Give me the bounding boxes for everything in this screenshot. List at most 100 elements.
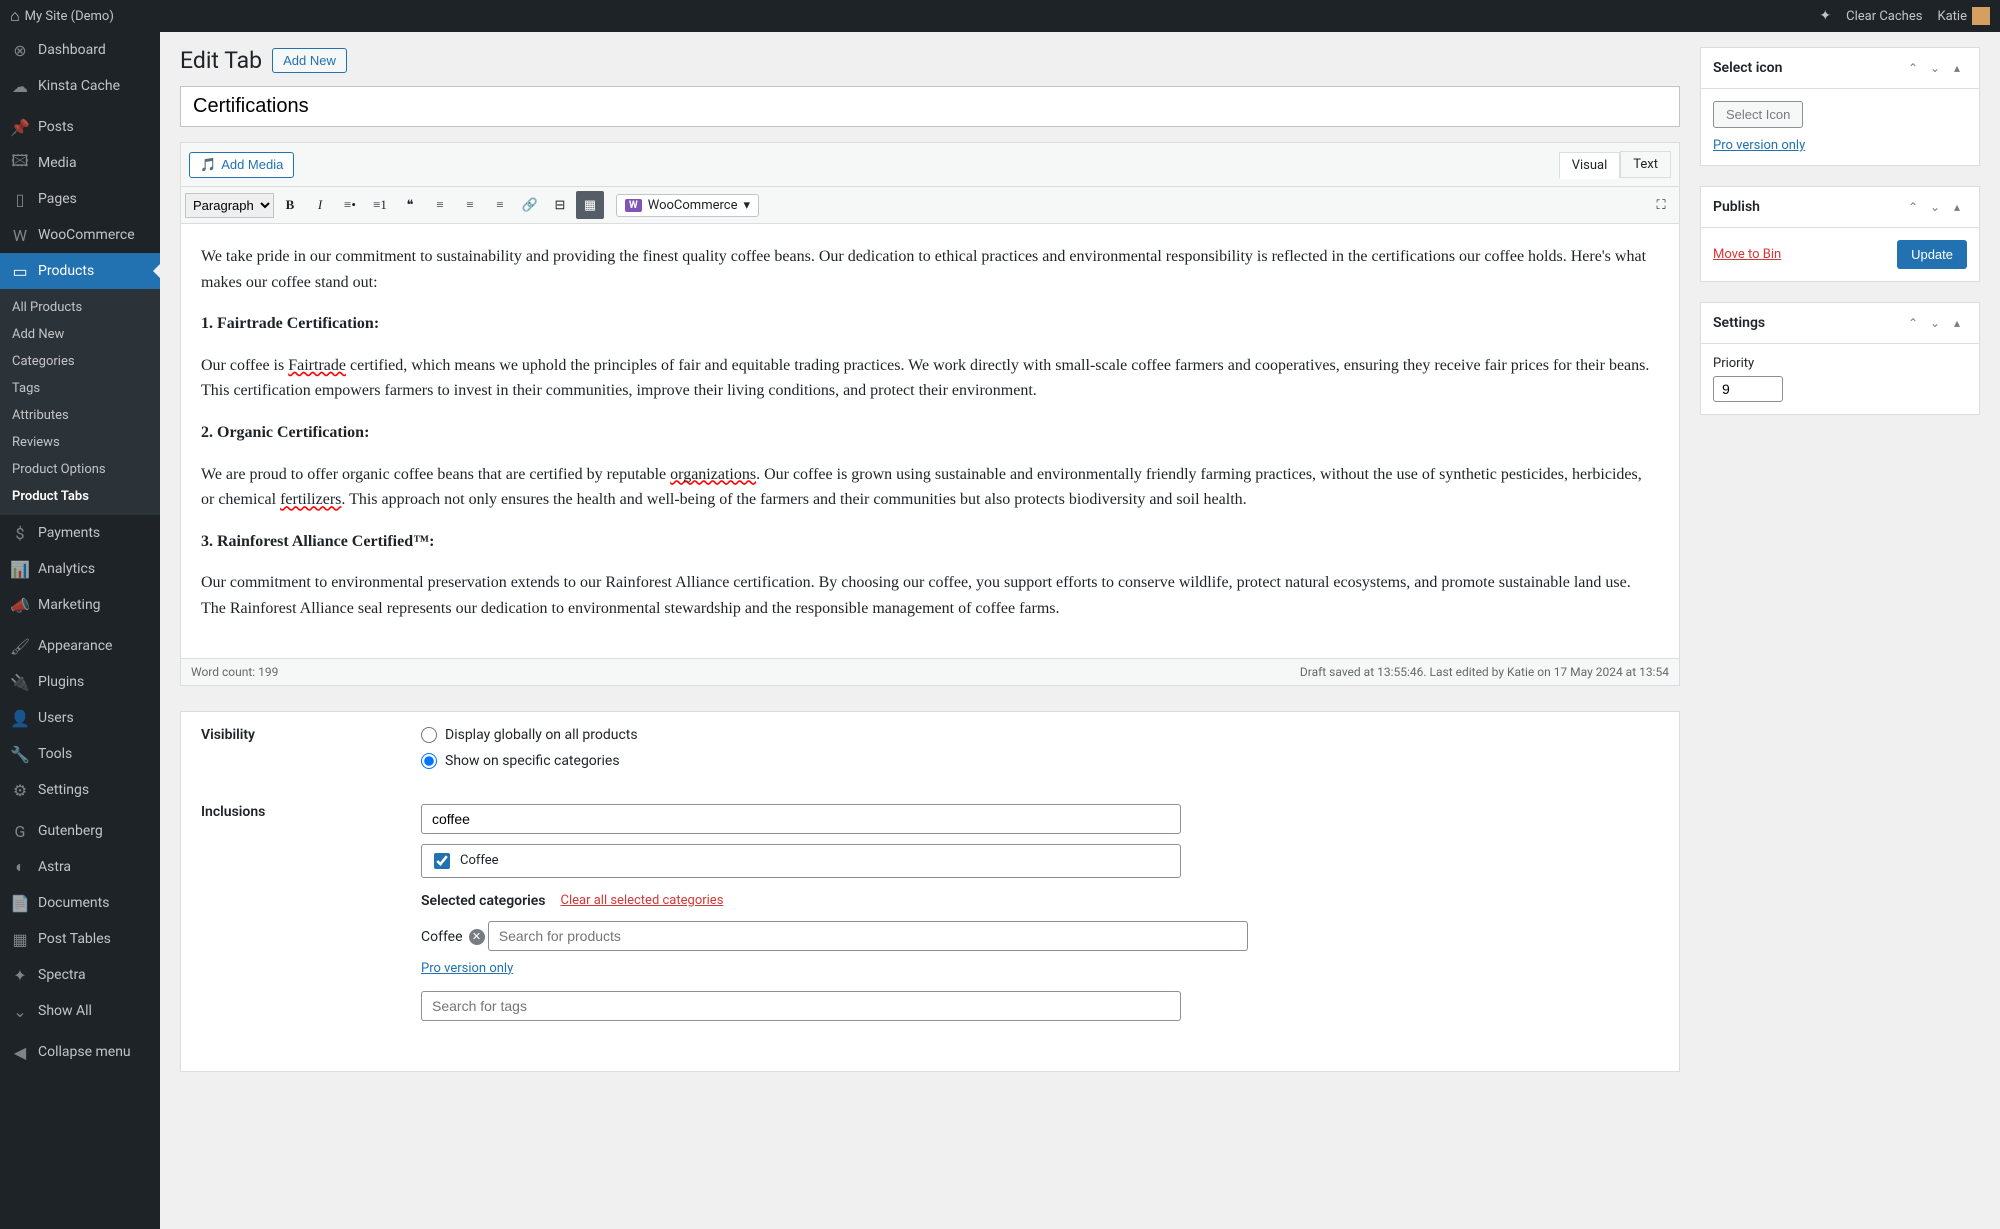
collapse-icon[interactable]: ▴ [1947, 313, 1967, 333]
tags-search-input[interactable] [421, 991, 1181, 1021]
sub-add-new[interactable]: Add New [0, 321, 160, 348]
sidebar-item-payments[interactable]: $Payments [0, 515, 160, 551]
content-heading: 3. Rainforest Alliance Certified™: [201, 529, 1659, 555]
appearance-icon: 🖌 [10, 636, 30, 656]
editor-toolbar: Paragraph B I ≡• ≡1 ❝ ≡ ≡ ≡ 🔗 ⊟ ▦ WWooCo… [181, 187, 1679, 224]
format-select[interactable]: Paragraph [185, 193, 274, 218]
sidebar-item-tools[interactable]: 🔧Tools [0, 736, 160, 772]
select-icon-metabox: Select icon ⌃⌄▴ Select Icon Pro version … [1700, 47, 1980, 166]
link-button[interactable]: 🔗 [516, 191, 544, 219]
select-icon-button[interactable]: Select Icon [1713, 101, 1803, 128]
sidebar-item-post-tables[interactable]: ▦Post Tables [0, 921, 160, 957]
plugins-icon: 🔌 [10, 672, 30, 692]
sidebar-item-marketing[interactable]: 📣Marketing [0, 587, 160, 623]
sidebar-item-posts[interactable]: 📌Posts [0, 109, 160, 145]
visibility-label: Visibility [201, 727, 421, 779]
fullscreen-button[interactable]: ⛶ [1647, 191, 1675, 219]
sidebar-item-plugins[interactable]: 🔌Plugins [0, 664, 160, 700]
italic-button[interactable]: I [306, 191, 334, 219]
sub-reviews[interactable]: Reviews [0, 429, 160, 456]
sidebar-item-analytics[interactable]: 📊Analytics [0, 551, 160, 587]
woocommerce-dropdown[interactable]: WWooCommerce ▾ [616, 194, 759, 217]
sidebar-item-spectra[interactable]: ✦Spectra [0, 957, 160, 993]
align-left-button[interactable]: ≡ [426, 191, 454, 219]
add-new-button[interactable]: Add New [272, 48, 347, 73]
bold-button[interactable]: B [276, 191, 304, 219]
toolbar-toggle-button[interactable]: ▦ [576, 191, 604, 219]
documents-icon: 📄 [10, 893, 30, 913]
radio-global[interactable]: Display globally on all products [421, 727, 1659, 743]
sidebar-item-pages[interactable]: ▯Pages [0, 181, 160, 217]
move-down-icon[interactable]: ⌄ [1925, 313, 1945, 333]
sidebar-item-users[interactable]: 👤Users [0, 700, 160, 736]
sidebar-item-documents[interactable]: 📄Documents [0, 885, 160, 921]
sidebar-item-products[interactable]: ▭Products [0, 253, 160, 289]
pro-version-link[interactable]: Pro version only [421, 961, 513, 976]
checkbox-coffee[interactable] [434, 853, 450, 869]
move-up-icon[interactable]: ⌃ [1903, 197, 1923, 217]
sub-categories[interactable]: Categories [0, 348, 160, 375]
read-more-button[interactable]: ⊟ [546, 191, 574, 219]
sub-product-tabs[interactable]: Product Tabs [0, 483, 160, 510]
sub-product-options[interactable]: Product Options [0, 456, 160, 483]
content-paragraph: Our coffee is Fairtrade certified, which… [201, 353, 1659, 404]
collapse-icon[interactable]: ▴ [1947, 197, 1967, 217]
ul-button[interactable]: ≡• [336, 191, 364, 219]
category-search-input[interactable] [421, 804, 1181, 834]
clear-caches-link[interactable]: Clear Caches [1846, 9, 1922, 24]
tab-text[interactable]: Text [1620, 151, 1671, 178]
pro-version-link[interactable]: Pro version only [1713, 138, 1805, 153]
collapse-icon[interactable]: ▴ [1947, 58, 1967, 78]
quote-button[interactable]: ❝ [396, 191, 424, 219]
sparkle-icon[interactable] [1819, 8, 1831, 24]
tab-visual[interactable]: Visual [1559, 152, 1621, 179]
align-right-button[interactable]: ≡ [486, 191, 514, 219]
products-icon: ▭ [10, 261, 30, 281]
page-title: Edit Tab [180, 47, 262, 74]
site-name-link[interactable]: My Site (Demo) [10, 6, 114, 26]
sub-all-products[interactable]: All Products [0, 294, 160, 321]
move-up-icon[interactable]: ⌃ [1903, 313, 1923, 333]
user-menu[interactable]: Katie [1937, 7, 1990, 25]
cloud-icon: ☁ [10, 76, 30, 96]
sidebar-item-settings[interactable]: ⚙Settings [0, 772, 160, 808]
sidebar-item-media[interactable]: 🖾Media [0, 145, 160, 181]
sidebar-item-woocommerce[interactable]: WWooCommerce [0, 217, 160, 253]
collapse-icon: ◀ [10, 1042, 30, 1062]
payments-icon: $ [10, 523, 30, 543]
sidebar-item-appearance[interactable]: 🖌Appearance [0, 628, 160, 664]
sidebar-item-dashboard[interactable]: ⊗Dashboard [0, 32, 160, 68]
category-chip: Coffee✕ [421, 929, 485, 945]
sidebar-item-show-all[interactable]: ⌄Show All [0, 993, 160, 1029]
spectra-icon: ✦ [10, 965, 30, 985]
gutenberg-icon: G [10, 821, 30, 841]
move-down-icon[interactable]: ⌄ [1925, 197, 1945, 217]
astra-icon: ◐ [10, 857, 30, 877]
product-search-input[interactable] [488, 921, 1248, 951]
title-input[interactable] [180, 86, 1680, 127]
move-to-bin-link[interactable]: Move to Bin [1713, 247, 1781, 262]
sub-tags[interactable]: Tags [0, 375, 160, 402]
selected-categories-label: Selected categories [421, 893, 546, 909]
admin-sidebar: ⊗Dashboard ☁Kinsta Cache 📌Posts 🖾Media ▯… [0, 32, 160, 1229]
editor-body[interactable]: We take pride in our commitment to susta… [181, 224, 1679, 658]
radio-specific[interactable]: Show on specific categories [421, 753, 1659, 769]
move-up-icon[interactable]: ⌃ [1903, 58, 1923, 78]
move-down-icon[interactable]: ⌄ [1925, 58, 1945, 78]
ol-button[interactable]: ≡1 [366, 191, 394, 219]
sidebar-item-kinsta[interactable]: ☁Kinsta Cache [0, 68, 160, 104]
sidebar-item-astra[interactable]: ◐Astra [0, 849, 160, 885]
remove-chip-button[interactable]: ✕ [469, 929, 485, 945]
add-media-button[interactable]: Add Media [189, 152, 294, 178]
category-checkbox-row[interactable]: Coffee [421, 844, 1181, 878]
spelling-error: fertilizers [280, 491, 341, 508]
content-heading: 2. Organic Certification: [201, 420, 1659, 446]
priority-input[interactable] [1713, 376, 1783, 402]
align-center-button[interactable]: ≡ [456, 191, 484, 219]
sidebar-item-gutenberg[interactable]: GGutenberg [0, 813, 160, 849]
sidebar-item-collapse[interactable]: ◀Collapse menu [0, 1034, 160, 1070]
clear-categories-link[interactable]: Clear all selected categories [561, 893, 724, 908]
update-button[interactable]: Update [1897, 240, 1967, 269]
word-count: Word count: 199 [191, 665, 278, 679]
sub-attributes[interactable]: Attributes [0, 402, 160, 429]
